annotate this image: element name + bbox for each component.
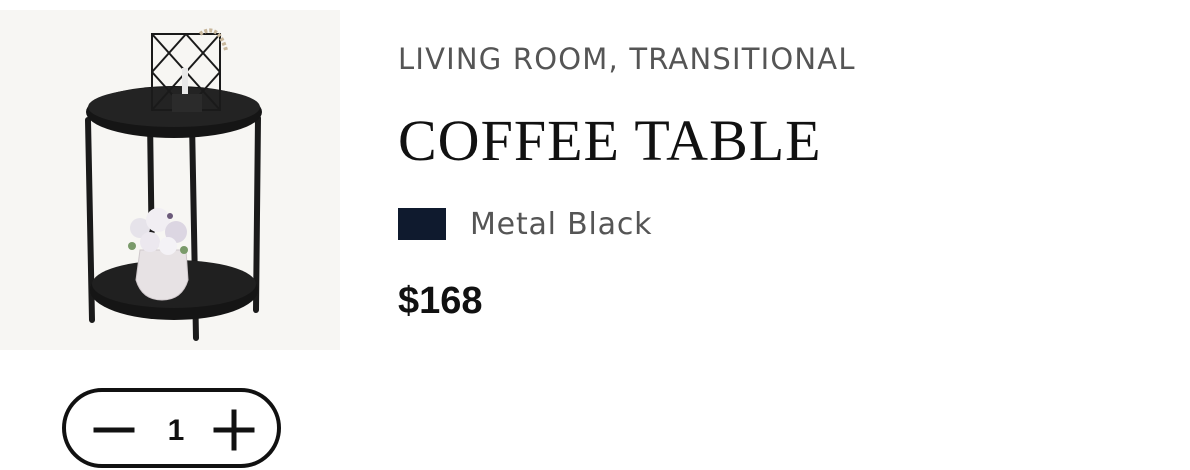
quantity-value: 1 <box>167 414 185 447</box>
minus-icon <box>93 427 135 433</box>
product-title[interactable]: COFFEE TABLE <box>398 107 822 174</box>
color-name: Metal Black <box>470 206 653 242</box>
increase-quantity-button[interactable] <box>206 392 262 464</box>
product-image[interactable] <box>0 10 340 350</box>
side-table-illustration <box>85 28 262 341</box>
color-swatch[interactable] <box>398 208 446 240</box>
decrease-quantity-button[interactable] <box>86 392 142 464</box>
plus-icon <box>213 409 255 451</box>
product-category[interactable]: LIVING ROOM, TRANSITIONAL <box>398 42 856 76</box>
color-option: Metal Black <box>398 206 653 242</box>
quantity-stepper: 1 <box>62 388 281 468</box>
product-price: $168 <box>398 280 483 322</box>
